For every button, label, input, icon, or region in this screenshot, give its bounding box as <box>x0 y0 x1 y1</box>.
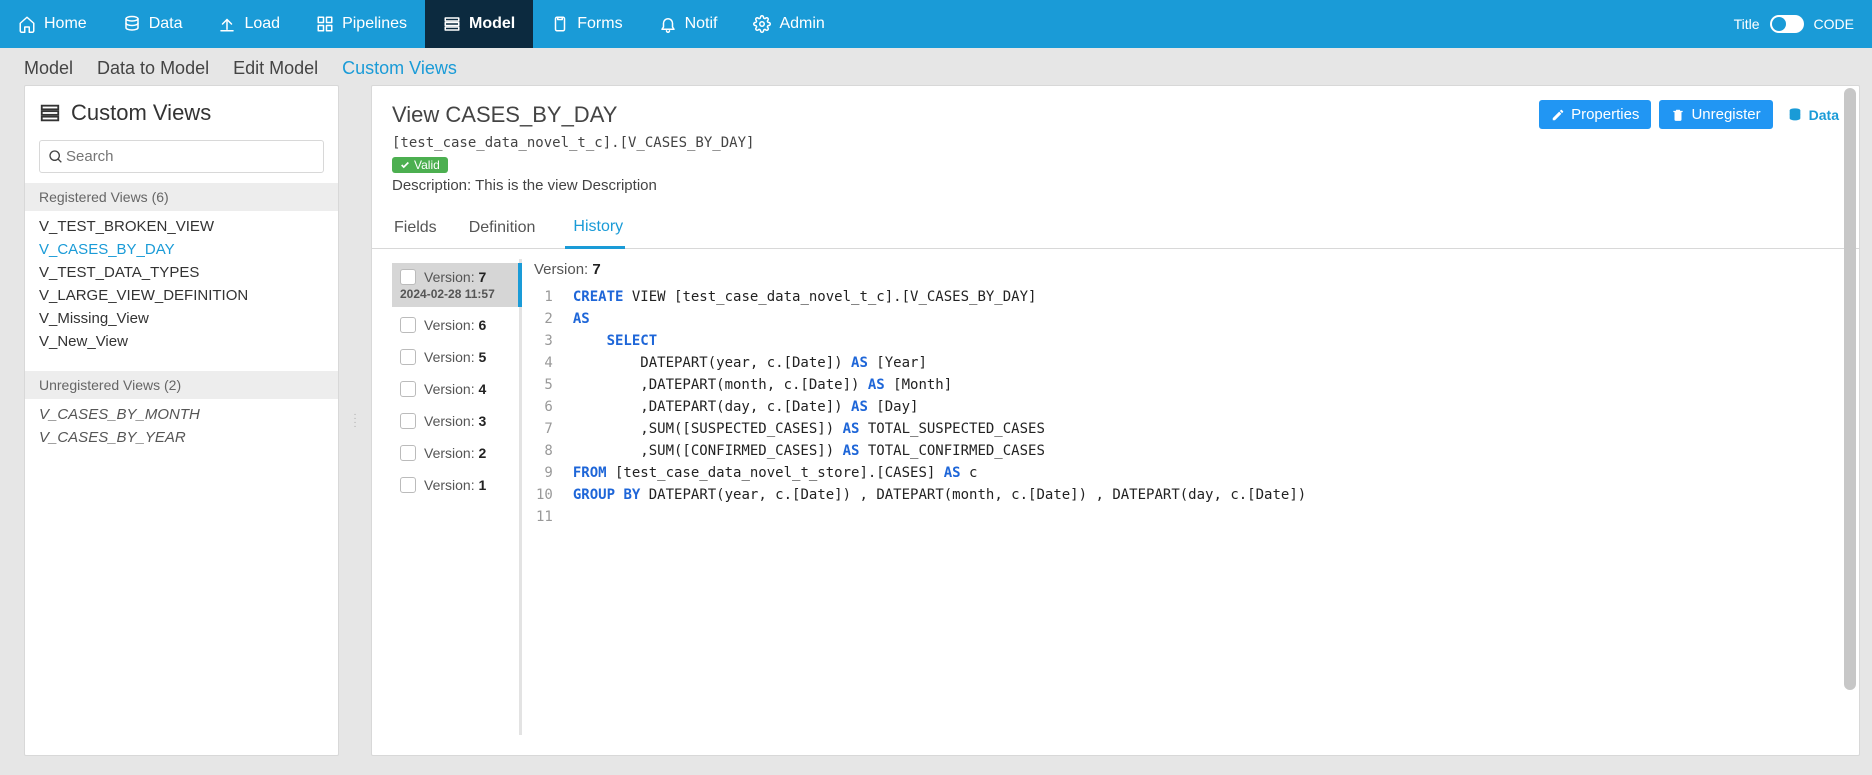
nav-label: Forms <box>577 15 622 33</box>
sidebar-title: Custom Views <box>71 100 211 126</box>
unregistered-header: Unregistered Views (2) <box>25 371 338 399</box>
nav-item-load[interactable]: Load <box>200 0 298 48</box>
nav-item-model[interactable]: Model <box>425 0 533 48</box>
tab-history[interactable]: History <box>565 208 625 249</box>
properties-button[interactable]: Properties <box>1539 100 1651 129</box>
data-link[interactable]: Data <box>1787 107 1839 123</box>
version-item[interactable]: Version: 5 <box>392 343 519 371</box>
content-panel: View CASES_BY_DAY Properties Unregister … <box>371 85 1860 756</box>
view-description: Description: This is the view Descriptio… <box>392 177 1839 194</box>
clipboard-icon <box>551 15 569 33</box>
valid-badge: Valid <box>392 157 448 173</box>
content-header: View CASES_BY_DAY Properties Unregister … <box>372 86 1859 194</box>
version-checkbox[interactable] <box>400 445 416 461</box>
view-item[interactable]: V_New_View <box>25 330 338 353</box>
subnav-item-edit-model[interactable]: Edit Model <box>233 58 318 79</box>
pencil-icon <box>1551 108 1565 122</box>
main-area: Custom Views Registered Views (6) V_TEST… <box>0 85 1872 768</box>
pipeline-icon <box>316 15 334 33</box>
scrollbar-thumb[interactable] <box>1844 88 1856 690</box>
version-checkbox[interactable] <box>400 269 416 285</box>
check-icon <box>400 160 410 170</box>
version-date: 2024-02-28 11:57 <box>400 287 510 301</box>
view-item[interactable]: V_CASES_BY_DAY <box>25 238 338 261</box>
version-item[interactable]: Version: 6 <box>392 311 519 339</box>
navbar-spacer <box>843 0 1716 48</box>
nav-label: Pipelines <box>342 15 407 33</box>
nav-item-admin[interactable]: Admin <box>735 0 842 48</box>
search-icon <box>48 149 64 165</box>
version-item[interactable]: Version: 2 <box>392 439 519 467</box>
search-input[interactable] <box>64 147 315 166</box>
view-item[interactable]: V_TEST_DATA_TYPES <box>25 261 338 284</box>
subnav-item-model[interactable]: Model <box>24 58 73 79</box>
sub-navbar: Model Data to Model Edit Model Custom Views <box>0 48 1872 85</box>
title-code-toggle[interactable] <box>1770 15 1804 33</box>
subnav-item-custom-views[interactable]: Custom Views <box>342 58 457 79</box>
nav-item-home[interactable]: Home <box>0 0 105 48</box>
nav-label: Data <box>149 15 183 33</box>
sidebar-panel: Custom Views Registered Views (6) V_TEST… <box>24 85 339 756</box>
version-checkbox[interactable] <box>400 477 416 493</box>
view-item[interactable]: V_Missing_View <box>25 307 338 330</box>
gear-icon <box>753 15 771 33</box>
nav-label: Home <box>44 15 87 33</box>
model-icon <box>443 15 461 33</box>
top-navbar: Home Data Load Pipelines Model Forms Notif Admi… <box>0 0 1872 48</box>
nav-label: Model <box>469 15 515 33</box>
nav-item-forms[interactable]: Forms <box>533 0 640 48</box>
view-item[interactable]: V_LARGE_VIEW_DEFINITION <box>25 284 338 307</box>
unregister-button[interactable]: Unregister <box>1659 100 1772 129</box>
tab-fields[interactable]: Fields <box>392 208 439 248</box>
splitter-grip-icon: ···· <box>353 413 356 429</box>
version-checkbox[interactable] <box>400 349 416 365</box>
code-area: Version: 7 1 2 3 4 5 6 7 8 9 10 11 CREAT… <box>522 259 1839 735</box>
version-checkbox[interactable] <box>400 381 416 397</box>
subnav-item-data-to-model[interactable]: Data to Model <box>97 58 209 79</box>
home-icon <box>18 15 36 33</box>
toggle-title-label: Title <box>1734 16 1760 32</box>
unregistered-list: V_CASES_BY_MONTHV_CASES_BY_YEAR <box>25 399 338 453</box>
version-item[interactable]: Version: 3 <box>392 407 519 435</box>
toggle-code-label: CODE <box>1814 16 1854 32</box>
registered-header: Registered Views (6) <box>25 183 338 211</box>
line-gutter: 1 2 3 4 5 6 7 8 9 10 11 <box>522 280 563 735</box>
view-item[interactable]: V_CASES_BY_MONTH <box>25 403 338 426</box>
search-box[interactable] <box>39 140 324 173</box>
sql-editor[interactable]: 1 2 3 4 5 6 7 8 9 10 11 CREATE VIEW [tes… <box>522 280 1839 735</box>
trash-icon <box>1671 108 1685 122</box>
version-checkbox[interactable] <box>400 413 416 429</box>
history-body: Version: 72024-02-28 11:57Version: 6Vers… <box>372 249 1859 755</box>
database-icon <box>1787 107 1803 123</box>
views-icon <box>39 102 61 124</box>
version-checkbox[interactable] <box>400 317 416 333</box>
upload-icon <box>218 15 236 33</box>
nav-item-data[interactable]: Data <box>105 0 201 48</box>
view-title: View CASES_BY_DAY <box>392 102 617 128</box>
nav-label: Admin <box>779 15 824 33</box>
navbar-right: Title CODE <box>1716 0 1872 48</box>
splitter-handle[interactable]: ···· <box>351 85 359 756</box>
registered-list: V_TEST_BROKEN_VIEWV_CASES_BY_DAYV_TEST_D… <box>25 211 338 357</box>
database-icon <box>123 15 141 33</box>
content-scrollbar[interactable] <box>1843 86 1857 755</box>
view-item[interactable]: V_TEST_BROKEN_VIEW <box>25 215 338 238</box>
nav-label: Notif <box>685 15 718 33</box>
view-item[interactable]: V_CASES_BY_YEAR <box>25 426 338 449</box>
code-version-title: Version: 7 <box>522 259 1839 280</box>
sidebar-header: Custom Views <box>25 86 338 134</box>
content-tabs: Fields Definition History <box>372 208 1859 249</box>
tab-definition[interactable]: Definition <box>467 208 538 248</box>
view-fqname: [test_case_data_novel_t_c].[V_CASES_BY_D… <box>392 135 1839 151</box>
bell-icon <box>659 15 677 33</box>
nav-label: Load <box>244 15 280 33</box>
version-list: Version: 72024-02-28 11:57 Version: 6 Vers… <box>392 259 522 735</box>
nav-item-notif[interactable]: Notif <box>641 0 736 48</box>
sql-code: CREATE VIEW [test_case_data_novel_t_c].[… <box>563 280 1839 735</box>
version-item[interactable]: Version: 1 <box>392 471 519 499</box>
version-item[interactable]: Version: 4 <box>392 375 519 403</box>
nav-item-pipelines[interactable]: Pipelines <box>298 0 425 48</box>
version-item[interactable]: Version: 72024-02-28 11:57 <box>392 263 522 307</box>
